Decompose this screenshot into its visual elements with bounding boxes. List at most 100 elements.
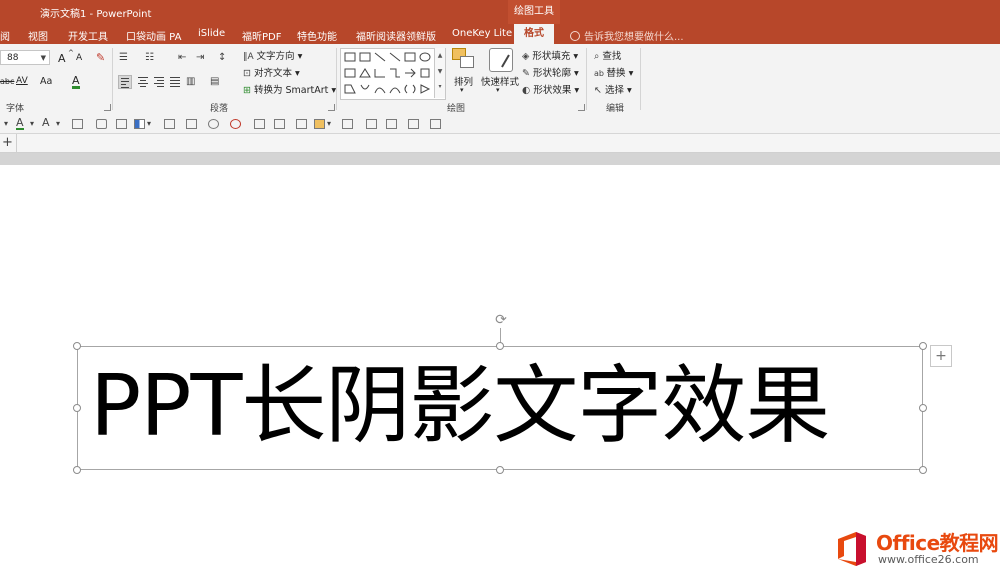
tab-foxit-reader[interactable]: 福昕阅读器领鲜版 [356,28,436,43]
grow-font-button[interactable]: A [58,52,66,65]
font-color-icon[interactable]: A [16,117,24,130]
select-pane-icon[interactable] [430,119,441,129]
chevron-down-icon: ▼ [40,54,46,62]
align-right-button[interactable] [152,75,166,89]
scroll-down-icon[interactable]: ▼ [435,64,445,80]
quick-styles-button[interactable]: 快速样式 [481,74,519,88]
text-direction-icon: ‖A [243,52,257,62]
rotate-handle-icon[interactable]: ⟳ [493,312,509,328]
replace-icon: ab [594,69,607,78]
distributed-icon[interactable]: ▥ [186,76,195,88]
change-case-button[interactable]: Aa [40,76,52,87]
resize-handle-top-right[interactable] [919,342,927,350]
center-icon[interactable] [208,119,219,129]
select-button[interactable]: ↖ 选择 ▾ [594,82,632,96]
dropdown-icon[interactable]: ▾ [147,118,151,130]
strikethrough-button[interactable]: abc [0,77,14,86]
tab-special-features[interactable]: 特色功能 [297,28,337,43]
tab-review[interactable]: 阅 [0,28,10,43]
replace-button[interactable]: ab 替换 ▾ [594,65,633,79]
slide-title-text[interactable]: PPT长阴影文字效果 [90,357,920,457]
scroll-up-icon[interactable]: ▲ [435,48,445,64]
slide-textbox[interactable]: PPT长阴影文字效果 [77,346,923,470]
shrink-font-button[interactable]: A [76,53,82,63]
target-icon[interactable] [230,119,241,129]
resize-handle-bottom[interactable] [496,466,504,474]
stack-icon[interactable] [408,119,419,129]
dropdown-icon[interactable]: ▾ [56,118,60,130]
align-center-button[interactable] [136,75,150,89]
tab-onekey-lite[interactable]: OneKey Lite [452,28,512,39]
more-icon[interactable]: ▾ [435,80,445,94]
font-color-alt-icon[interactable]: A [42,117,50,128]
clear-format-icon[interactable]: ✎ [96,52,105,64]
smartart-label: 转换为 SmartArt [253,85,329,96]
size-icon[interactable] [386,119,397,129]
tab-islide[interactable]: iSlide [198,28,225,39]
effect-icon[interactable] [342,119,353,129]
ribbon-tab-row: 阅 视图 开发工具 口袋动画 PA iSlide 福昕PDF 特色功能 福昕阅读… [0,24,1000,44]
increase-indent-icon[interactable]: ⇥ [196,52,204,64]
paste-icon[interactable] [314,119,325,129]
drawing-dialog-launcher-icon[interactable] [578,104,585,111]
align-text-button[interactable]: ⊡ 对齐文本 ▾ [243,65,300,79]
shape-fill-button[interactable]: ◈ 形状填充 ▾ [522,48,578,62]
lock-icon[interactable] [96,119,107,129]
resize-handle-top[interactable] [496,342,504,350]
arrange-icon[interactable] [452,48,474,70]
tab-pocket-animation[interactable]: 口袋动画 PA [126,28,181,43]
crop-icon[interactable] [274,119,285,129]
distribute-icon[interactable] [186,119,197,129]
brush-icon[interactable] [366,119,377,129]
resize-handle-right[interactable] [919,404,927,412]
smartart-icon: ⊞ [243,85,254,96]
shape-gallery[interactable] [340,48,446,100]
line-spacing-icon[interactable]: ↕ [218,52,226,64]
align-objects-icon[interactable] [164,119,175,129]
slide-canvas[interactable]: ⟳ PPT长阴影文字效果 + [0,165,1000,576]
align-text-label: 对齐文本 [253,68,292,79]
fill-icon[interactable] [134,119,145,129]
gallery-scroll[interactable]: ▲ ▼ ▾ [434,48,445,98]
font-color-button[interactable]: A [72,75,80,89]
tell-me-box[interactable]: 告诉我您想要做什么... [570,28,684,43]
shape-effects-button[interactable]: ◐ 形状效果 ▾ [522,82,579,96]
decrease-indent-icon[interactable]: ⇤ [178,52,186,64]
chevron-down-icon: ▾ [460,86,464,94]
font-dialog-launcher-icon[interactable] [104,104,111,111]
add-icon[interactable]: + [2,135,13,150]
quick-access-toolbar: ▾ A ▾ A ▾ ▾ ▾ [0,116,1000,134]
grid-icon[interactable] [72,119,83,129]
char-spacing-button[interactable]: AV [16,76,28,86]
ribbon: 88 ▼ A ^ A ✎ abc AV Aa A 字体 ☰ ☷ ⇤ ⇥ ↕ ▥ … [0,44,1000,117]
text-direction-button[interactable]: ‖A 文字方向 ▾ [243,48,302,62]
tab-foxit-pdf[interactable]: 福昕PDF [242,28,281,43]
align-left-button[interactable] [118,75,132,89]
group-icon[interactable] [116,119,127,129]
numbering-icon[interactable]: ☷ [145,52,154,64]
layout-options-icon[interactable]: + [930,345,952,367]
resize-handle-bottom-right[interactable] [919,466,927,474]
quick-styles-icon[interactable] [489,48,513,72]
resize-handle-bottom-left[interactable] [73,466,81,474]
find-button[interactable]: ⌕ 查找 [594,48,621,62]
columns-icon[interactable]: ▤ [210,76,219,88]
smartart-button[interactable]: ⊞ 转换为 SmartArt ▾ [243,82,336,96]
tab-developer[interactable]: 开发工具 [68,28,108,43]
justify-button[interactable] [168,75,182,89]
paragraph-dialog-launcher-icon[interactable] [328,104,335,111]
tab-view[interactable]: 视图 [28,28,48,43]
paragraph-group-label: 段落 [210,104,229,114]
bullets-icon[interactable]: ☰ [119,52,128,64]
resize-handle-left[interactable] [73,404,81,412]
dropdown-icon[interactable]: ▾ [4,118,8,130]
resize-handle-top-left[interactable] [73,342,81,350]
picture-icon[interactable] [296,119,307,129]
layer-icon[interactable] [254,119,265,129]
window-title: 演示文稿1 - PowerPoint [40,9,152,20]
tab-format[interactable]: 格式 [514,24,554,44]
dropdown-icon[interactable]: ▾ [30,118,34,130]
font-size-combo[interactable]: 88 ▼ [0,50,50,65]
dropdown-icon[interactable]: ▾ [327,118,331,130]
shape-outline-button[interactable]: ✎ 形状轮廓 ▾ [522,65,579,79]
